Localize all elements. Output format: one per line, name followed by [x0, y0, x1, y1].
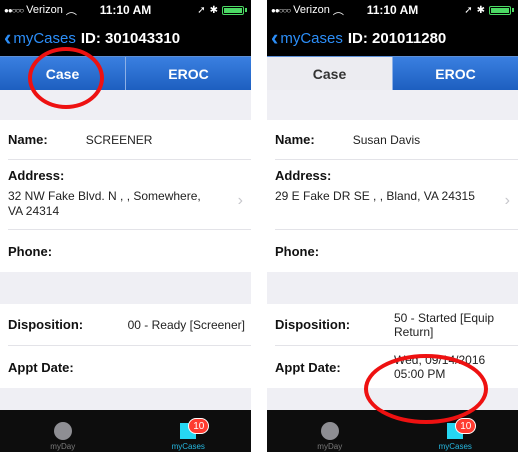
section-gap [0, 90, 251, 120]
address-label: Address: [275, 168, 332, 183]
carrier-info: ●●○○○ Verizon ︵ [4, 2, 77, 18]
carrier-name: Verizon [293, 4, 330, 16]
name-label: Name: [275, 132, 315, 147]
name-label: Name: [8, 132, 48, 147]
chevron-right-icon: › [237, 192, 243, 209]
phone-label: Phone: [275, 243, 320, 259]
navigation-bar: ‹ myCases ID: 301043310 [0, 20, 251, 56]
name-row: Name: SCREENER [8, 120, 251, 160]
appt-date-row[interactable]: Appt Date: [8, 346, 251, 388]
phone-row[interactable]: Phone: [8, 230, 251, 272]
battery-icon [489, 5, 511, 15]
tab-eroc[interactable]: EROC [126, 57, 251, 90]
tab-myday[interactable]: myDay [0, 410, 126, 452]
tab-mycases[interactable]: 10 myCases [126, 410, 252, 452]
bottom-tab-bar: myDay 10 myCases [267, 410, 518, 452]
appt-date-row[interactable]: Appt Date: Wed, 09/14/2016 05:00 PM [275, 346, 518, 388]
tab-mycases-label: myCases [171, 442, 205, 451]
signal-dots-icon: ●●○○○ [4, 5, 24, 15]
tab-mycases-label: myCases [438, 442, 472, 451]
back-label: myCases [280, 29, 343, 47]
notification-badge: 10 [455, 418, 477, 434]
phone-screen-right: ●●○○○ Verizon ︵ 11:10 AM ➚ ✱ ‹ myCases I… [267, 0, 518, 452]
notification-badge: 10 [188, 418, 210, 434]
circle-icon [53, 422, 72, 440]
carrier-name: Verizon [26, 4, 63, 16]
tab-mycases[interactable]: 10 myCases [393, 410, 518, 452]
location-arrow-icon: ➚ [464, 4, 473, 16]
carrier-info: ●●○○○ Verizon ︵ [271, 2, 344, 18]
battery-tip [512, 8, 514, 12]
tab-case[interactable]: Case [0, 57, 125, 90]
square-icon: 10 [447, 418, 477, 439]
tab-eroc[interactable]: EROC [393, 57, 518, 90]
name-value: Susan Davis [352, 132, 421, 147]
page-title: ID: 201011280 [347, 29, 447, 47]
disposition-row: Disposition: 00 - Ready [Screener] [8, 304, 251, 346]
status-right-icons: ➚ ✱ [464, 5, 514, 16]
disposition-label: Disposition: [275, 317, 351, 332]
name-row: Name: Susan Davis [275, 120, 518, 160]
disposition-card: Disposition: 50 - Started [Equip Return]… [267, 304, 518, 388]
battery-icon [222, 5, 244, 15]
appt-date-label: Appt Date: [275, 359, 341, 375]
case-details-card: Name: SCREENER Address: 32 NW Fake Blvd.… [0, 120, 251, 272]
address-label: Address: [8, 168, 65, 183]
disposition-value: 50 - Started [Equip Return] [394, 310, 495, 339]
battery-tip [245, 8, 247, 12]
phone-row[interactable]: Phone: [275, 230, 518, 272]
section-gap [0, 272, 251, 304]
bottom-tab-bar: myDay 10 myCases [0, 410, 251, 452]
disposition-value: 00 - Ready [Screener] [127, 317, 245, 332]
disposition-label: Disposition: [8, 317, 84, 332]
tab-myday-label: myDay [50, 442, 76, 451]
status-bar: ●●○○○ Verizon ︵ 11:10 AM ➚ ✱ [267, 0, 518, 20]
phone-label: Phone: [8, 243, 53, 259]
tab-case[interactable]: Case [267, 57, 392, 90]
address-row[interactable]: Address: 32 NW Fake Blvd. N , , Somewher… [8, 160, 251, 230]
square-icon: 10 [180, 418, 210, 439]
signal-dots-icon: ●●○○○ [271, 5, 291, 15]
phone-screen-left: ●●○○○ Verizon ︵ 11:10 AM ➚ ✱ ‹ myCases I… [0, 0, 251, 452]
status-bar: ●●○○○ Verizon ︵ 11:10 AM ➚ ✱ [0, 0, 251, 20]
section-gap [267, 90, 518, 120]
page-title: ID: 301043310 [80, 29, 181, 47]
name-value: SCREENER [85, 132, 153, 147]
chevron-right-icon: › [504, 192, 510, 209]
bluetooth-icon: ✱ [209, 4, 218, 16]
disposition-card: Disposition: 00 - Ready [Screener] Appt … [0, 304, 251, 388]
back-button[interactable]: ‹ myCases [271, 27, 343, 49]
segmented-control: Case EROC [267, 56, 518, 90]
wifi-icon: ︵ [332, 5, 344, 17]
chevron-left-icon: ‹ [4, 25, 12, 50]
tab-myday-label: myDay [317, 442, 343, 451]
section-gap [267, 272, 518, 304]
location-arrow-icon: ➚ [197, 4, 206, 16]
back-button[interactable]: ‹ myCases [4, 27, 76, 49]
address-row[interactable]: Address: 29 E Fake DR SE , , Bland, VA 2… [275, 160, 518, 230]
segmented-control: Case EROC [0, 56, 251, 90]
appt-date-label: Appt Date: [8, 359, 74, 375]
navigation-bar: ‹ myCases ID: 201011280 [267, 20, 518, 56]
case-details-card: Name: Susan Davis Address: 29 E Fake DR … [267, 120, 518, 272]
chevron-left-icon: ‹ [271, 25, 279, 50]
tab-myday[interactable]: myDay [267, 410, 393, 452]
address-value: 32 NW Fake Blvd. N , , Somewhere, VA 243… [8, 189, 201, 218]
circle-icon [320, 422, 339, 440]
status-right-icons: ➚ ✱ [197, 5, 247, 16]
wifi-icon: ︵ [65, 5, 77, 17]
back-label: myCases [13, 29, 76, 47]
address-value: 29 E Fake DR SE , , Bland, VA 24315 [275, 189, 475, 203]
bluetooth-icon: ✱ [476, 4, 485, 16]
disposition-row: Disposition: 50 - Started [Equip Return] [275, 304, 518, 346]
appt-date-value: Wed, 09/14/2016 05:00 PM [394, 353, 486, 381]
